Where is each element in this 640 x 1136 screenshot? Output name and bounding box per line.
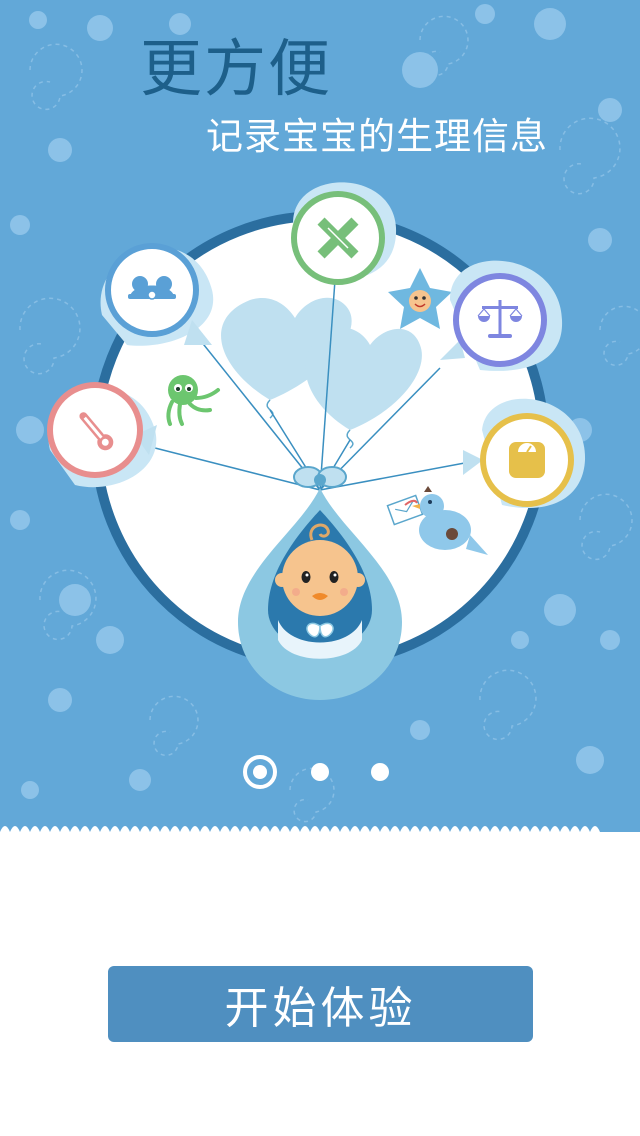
page-dot-1-active[interactable]	[243, 755, 277, 789]
page-indicator	[240, 752, 400, 792]
page-dot-2[interactable]	[311, 763, 329, 781]
onboarding-slide[interactable]: 更方便 记录宝宝的生理信息	[0, 0, 640, 832]
scalloped-edge	[0, 826, 640, 840]
weighing-scale-icon	[509, 442, 545, 478]
onboarding-screen: 更方便 记录宝宝的生理信息 开始体验	[0, 0, 640, 1136]
start-experience-button[interactable]: 开始体验	[108, 966, 533, 1042]
page-dot-3[interactable]	[371, 763, 389, 781]
baby-balloons-illustration	[47, 182, 586, 700]
